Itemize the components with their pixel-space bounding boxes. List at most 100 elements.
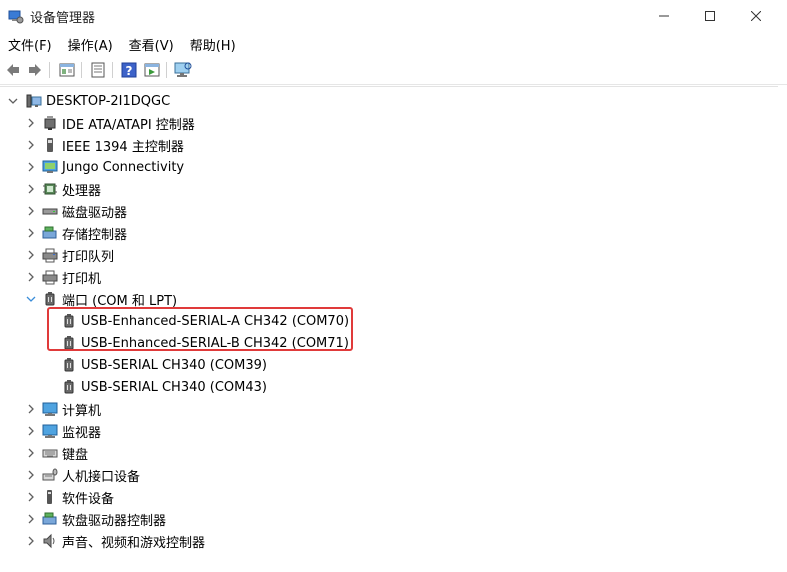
- tree-item-label: IEEE 1394 主控制器: [62, 139, 184, 155]
- status-bar: [0, 549, 787, 572]
- forward-arrow-icon: [29, 64, 41, 76]
- port-device-label: USB-SERIAL CH340 (COM43): [81, 379, 267, 395]
- tree-item-label: 处理器: [62, 183, 102, 199]
- chevron-right-icon[interactable]: [24, 138, 38, 152]
- chevron-right-icon[interactable]: [24, 248, 38, 262]
- chevron-right-icon[interactable]: [24, 490, 38, 504]
- minimize-icon: [659, 15, 669, 17]
- tree-item-floppy-controller[interactable]: 软盘驱动器控制器: [24, 508, 166, 530]
- tree-item-storage-controller[interactable]: 存储控制器: [24, 222, 127, 244]
- tree-root[interactable]: DESKTOP-2I1DQGC: [6, 90, 170, 112]
- scan-hardware-button[interactable]: [173, 60, 193, 80]
- ieee1394-icon: [42, 137, 58, 153]
- close-icon: [751, 11, 761, 21]
- menu-bar: 文件(F) 操作(A) 查看(V) 帮助(H): [0, 32, 787, 54]
- tree-item-label: IDE ATA/ATAPI 控制器: [62, 117, 195, 133]
- back-arrow-icon: [7, 64, 19, 76]
- run-button[interactable]: [142, 60, 162, 80]
- properties-icon: [59, 63, 75, 77]
- tree-item-label: 声音、视频和游戏控制器: [62, 535, 206, 550]
- tree-item-label: 计算机: [62, 403, 102, 419]
- chevron-right-icon[interactable]: [24, 270, 38, 284]
- back-button[interactable]: [3, 60, 23, 80]
- menu-action[interactable]: 操作(A): [60, 32, 121, 54]
- chevron-right-icon[interactable]: [24, 468, 38, 482]
- tree-item-disk-drive[interactable]: 磁盘驱动器: [24, 200, 127, 222]
- chevron-right-icon[interactable]: [24, 512, 38, 526]
- title-bar: 设备管理器: [0, 0, 787, 32]
- device-tree-panel: DESKTOP-2I1DQGC IDE ATA/ATAPI 控制器 IEEE 13…: [0, 86, 778, 550]
- update-driver-button[interactable]: [88, 60, 108, 80]
- tree-item-keyboard[interactable]: 键盘: [24, 442, 88, 464]
- maximize-button[interactable]: [687, 0, 733, 32]
- menu-file[interactable]: 文件(F): [0, 32, 60, 54]
- tree-item-label: 磁盘驱动器: [62, 205, 128, 221]
- svg-text:?: ?: [126, 64, 133, 78]
- tree-item-print-queue[interactable]: 打印队列: [24, 244, 114, 266]
- toolbar-separator: [166, 62, 167, 78]
- tree-item-label: Jungo Connectivity: [62, 159, 185, 175]
- chevron-right-icon[interactable]: [24, 424, 38, 438]
- chevron-right-icon[interactable]: [24, 116, 38, 130]
- update-driver-icon: [91, 62, 105, 78]
- tree-item-label: 打印队列: [62, 249, 115, 265]
- properties-button[interactable]: [57, 60, 77, 80]
- ide-controller-icon: [42, 115, 58, 131]
- port-device-item[interactable]: USB-SERIAL CH340 (COM43): [61, 376, 267, 398]
- forward-button[interactable]: [25, 60, 45, 80]
- window-title: 设备管理器: [30, 11, 96, 26]
- chevron-down-icon[interactable]: [24, 292, 38, 306]
- chevron-down-icon[interactable]: [6, 94, 20, 108]
- port-icon: [42, 291, 58, 307]
- toolbar-separator: [112, 62, 113, 78]
- tree-item-label: 打印机: [62, 271, 102, 287]
- chevron-right-icon[interactable]: [24, 446, 38, 460]
- computer-root-icon: [26, 93, 42, 109]
- help-button[interactable]: ?: [119, 60, 139, 80]
- tree-item-label: 软盘驱动器控制器: [62, 513, 167, 529]
- chevron-right-icon[interactable]: [24, 226, 38, 240]
- highlight-box: [47, 307, 353, 351]
- tree-item-ieee1394[interactable]: IEEE 1394 主控制器: [24, 134, 184, 156]
- chevron-right-icon[interactable]: [24, 534, 38, 548]
- run-icon: [144, 63, 160, 77]
- chevron-right-icon[interactable]: [24, 160, 38, 174]
- tree-item-label: 软件设备: [62, 491, 115, 507]
- port-device-item[interactable]: USB-SERIAL CH340 (COM39): [61, 354, 267, 376]
- tree-item-jungo[interactable]: Jungo Connectivity: [24, 156, 184, 178]
- printer-icon: [42, 269, 58, 285]
- tree-item-software-device[interactable]: 软件设备: [24, 486, 114, 508]
- tree-item-label: 端口 (COM 和 LPT): [62, 293, 178, 309]
- close-button[interactable]: [733, 0, 779, 32]
- menu-help[interactable]: 帮助(H): [182, 32, 244, 54]
- tree-item-label: 存储控制器: [62, 227, 128, 243]
- help-icon: ?: [121, 62, 137, 78]
- tree-item-printer[interactable]: 打印机: [24, 266, 101, 288]
- tree-item-label: 监视器: [62, 425, 102, 441]
- storage-controller-icon: [42, 225, 58, 241]
- software-device-icon: [42, 489, 58, 505]
- floppy-controller-icon: [42, 511, 58, 527]
- chevron-right-icon[interactable]: [24, 204, 38, 218]
- tree-item-monitor[interactable]: 监视器: [24, 420, 101, 442]
- computer-icon: [42, 401, 58, 417]
- tree-item-sound[interactable]: 声音、视频和游戏控制器: [24, 530, 205, 549]
- device-manager-app-icon: [8, 8, 24, 24]
- port-device-label: USB-SERIAL CH340 (COM39): [81, 357, 267, 373]
- minimize-button[interactable]: [641, 0, 687, 32]
- jungo-icon: [42, 159, 58, 175]
- tree-item-computer[interactable]: 计算机: [24, 398, 101, 420]
- tree-item-hid[interactable]: 人机接口设备: [24, 464, 140, 486]
- tree-root-label: DESKTOP-2I1DQGC: [46, 93, 171, 109]
- menu-view[interactable]: 查看(V): [121, 32, 182, 54]
- port-device-icon: [61, 379, 77, 395]
- keyboard-icon: [42, 445, 58, 461]
- sound-icon: [42, 533, 58, 549]
- toolbar-separator: [49, 62, 50, 78]
- chevron-right-icon[interactable]: [24, 182, 38, 196]
- tree-item-ide-controller[interactable]: IDE ATA/ATAPI 控制器: [24, 112, 195, 134]
- chevron-right-icon[interactable]: [24, 402, 38, 416]
- monitor-icon: [42, 423, 58, 439]
- port-device-icon: [61, 357, 77, 373]
- tree-item-processor[interactable]: 处理器: [24, 178, 101, 200]
